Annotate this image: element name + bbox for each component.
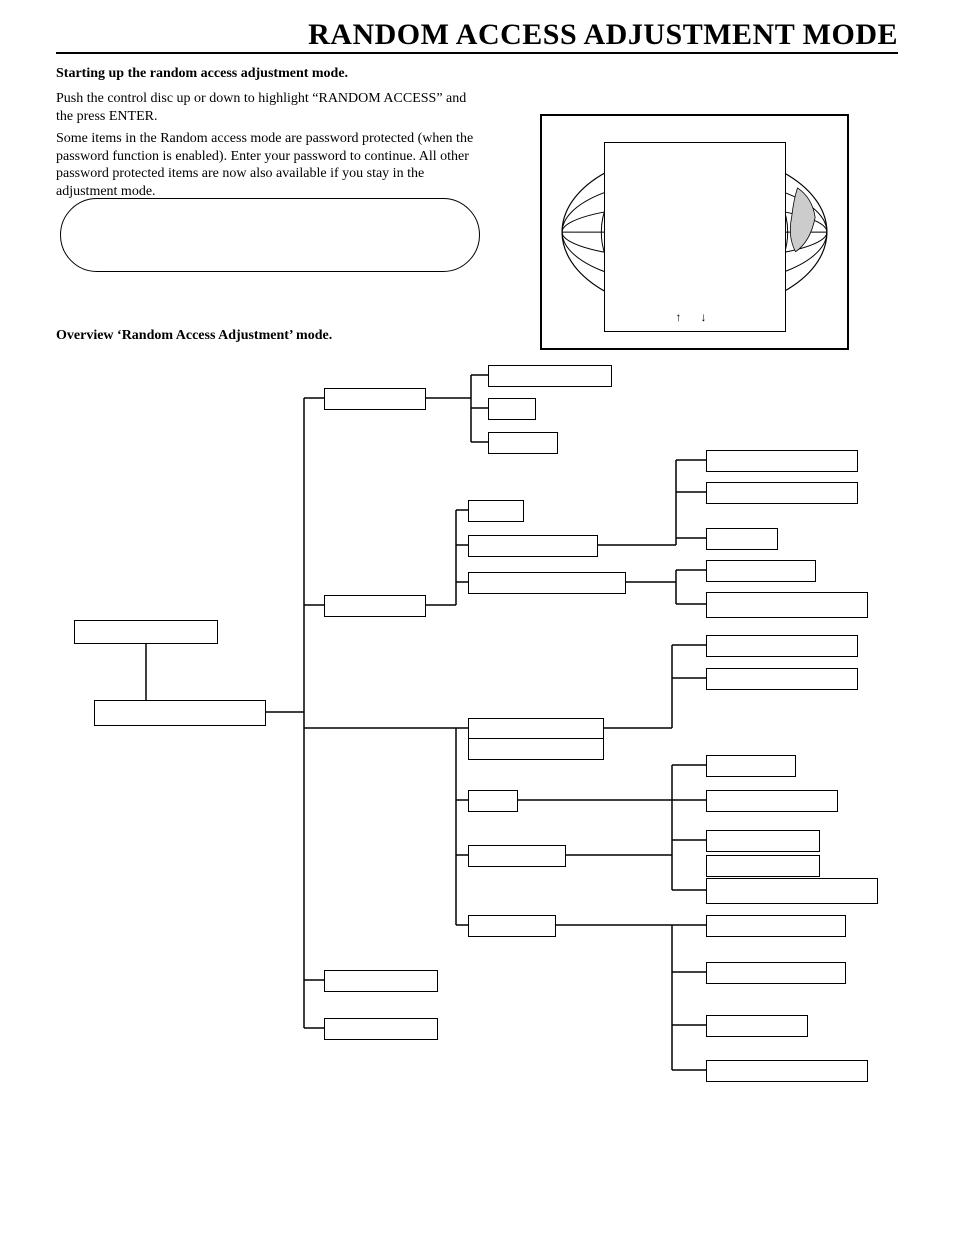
node-c3-mid <box>468 790 518 812</box>
paragraph-1: Push the control disc up or down to high… <box>56 90 486 125</box>
node-c4r1 <box>706 915 846 937</box>
node-c4r4 <box>706 1060 868 1082</box>
node-c2a <box>468 500 524 522</box>
page: RANDOM ACCESS ADJUSTMENT MODE Starting u… <box>0 0 954 1235</box>
node-c5 <box>324 970 438 992</box>
node-c3b <box>468 738 604 760</box>
node-c1a <box>488 365 612 387</box>
node-c3r1 <box>706 635 858 657</box>
node-c3a <box>468 718 604 740</box>
node-c2b2 <box>706 482 858 504</box>
node-c3-low <box>468 845 566 867</box>
node-c3r6 <box>706 855 820 877</box>
heading-overview: Overview ‘Random Access Adjustment’ mode… <box>56 328 332 344</box>
node-c3r7 <box>706 878 878 904</box>
node-root2 <box>94 700 266 726</box>
node-c2c1 <box>706 560 816 582</box>
node-c2b <box>468 535 598 557</box>
node-c2 <box>324 595 426 617</box>
node-c3r3 <box>706 755 796 777</box>
node-c3r5 <box>706 830 820 852</box>
up-down-arrows-icon: ↑ ↓ <box>676 310 715 325</box>
flow-diagram <box>56 360 898 1120</box>
node-c1c <box>488 432 558 454</box>
node-c2c <box>468 572 626 594</box>
node-root1 <box>74 620 218 644</box>
node-c2c2 <box>706 592 868 618</box>
node-c4r2 <box>706 962 846 984</box>
paragraph-2: Some items in the Random access mode are… <box>56 130 486 200</box>
node-c6 <box>324 1018 438 1040</box>
title-rule <box>56 52 898 54</box>
node-c2b1 <box>706 450 858 472</box>
node-c1b <box>488 398 536 420</box>
heading-start: Starting up the random access adjustment… <box>56 66 348 82</box>
node-c4 <box>468 915 556 937</box>
page-title: RANDOM ACCESS ADJUSTMENT MODE <box>56 18 898 52</box>
node-c3r4 <box>706 790 838 812</box>
screen-window: ↑ ↓ <box>604 142 786 332</box>
screen-illustration: ↑ ↓ <box>540 114 849 350</box>
node-c3r2 <box>706 668 858 690</box>
hint-capsule <box>60 198 480 272</box>
node-c4r3 <box>706 1015 808 1037</box>
node-c2b3 <box>706 528 778 550</box>
node-c1 <box>324 388 426 410</box>
